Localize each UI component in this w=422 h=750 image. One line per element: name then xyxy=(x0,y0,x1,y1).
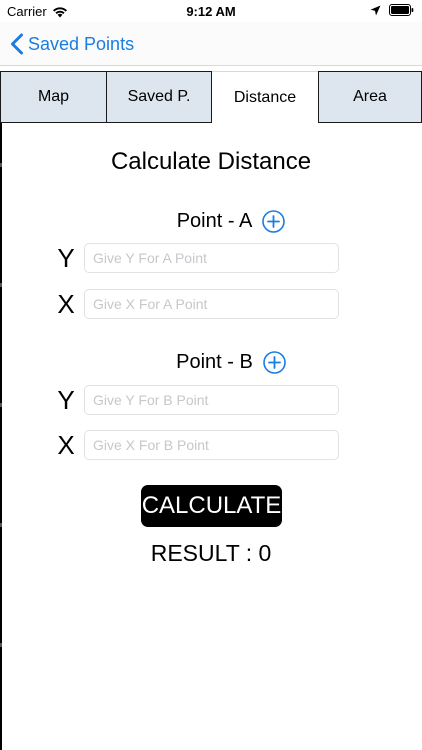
add-point-b-icon[interactable] xyxy=(263,350,286,374)
battery-icon xyxy=(389,4,414,16)
tab-map[interactable]: Map xyxy=(0,71,107,123)
result-text: RESULT : 0 xyxy=(150,540,272,566)
tab-label: Distance xyxy=(233,88,297,106)
point-b-x-input[interactable] xyxy=(84,430,339,460)
point-a-label: Point - A xyxy=(176,209,253,232)
calculate-button[interactable]: CALCULATE xyxy=(141,485,282,527)
add-point-a-icon[interactable] xyxy=(262,209,286,233)
point-b-x-label: X xyxy=(57,430,75,460)
tab-distance[interactable]: Distance xyxy=(212,71,318,123)
navigation-bar: Saved Points xyxy=(0,22,422,66)
tab-label: Saved P. xyxy=(127,88,191,105)
point-a-x-label: X xyxy=(57,289,75,319)
tab-label: Map xyxy=(37,88,70,105)
back-button-label: Saved Points xyxy=(28,33,135,54)
back-button[interactable]: Saved Points xyxy=(10,30,134,58)
point-b-y-input[interactable] xyxy=(84,385,339,415)
point-b-header: Point - B xyxy=(0,349,422,375)
point-b-y-label: Y xyxy=(57,385,75,415)
tab-bar: Map Saved P. Distance Area xyxy=(0,71,422,123)
point-b-label: Point - B xyxy=(176,350,253,373)
tab-saved-points[interactable]: Saved P. xyxy=(107,71,212,123)
point-a-y-label: Y xyxy=(57,243,75,273)
page-title: Calculate Distance xyxy=(110,148,312,175)
tab-label: Area xyxy=(353,88,387,105)
point-a-x-input[interactable] xyxy=(84,289,339,319)
location-arrow-icon xyxy=(370,5,381,15)
point-a-header: Point - A xyxy=(0,208,422,234)
app-screen: Carrier 9:12 AM Saved Points Map Saved P… xyxy=(0,0,422,750)
chevron-left-icon xyxy=(11,33,23,55)
point-a-y-input[interactable] xyxy=(84,243,339,273)
tab-area[interactable]: Area xyxy=(318,71,422,123)
status-time: 9:12 AM xyxy=(186,4,236,19)
status-bar: Carrier 9:12 AM xyxy=(0,0,422,22)
status-right xyxy=(370,4,414,16)
